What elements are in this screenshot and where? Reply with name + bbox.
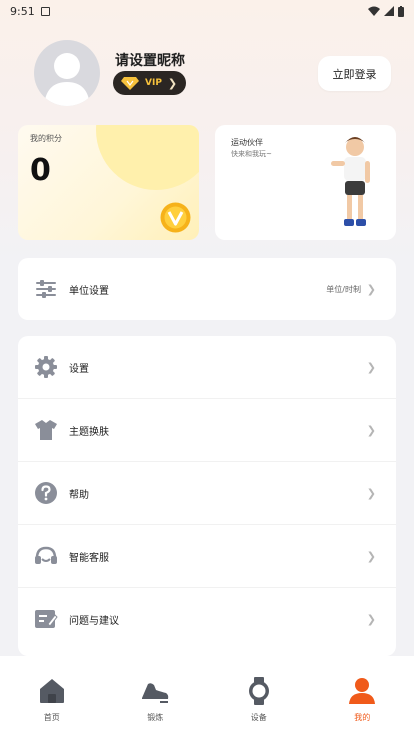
chevron-right-icon: ❯ <box>366 612 376 626</box>
sport-buddy-card[interactable]: 运动伙伴 快来和我玩~ <box>215 125 396 240</box>
tab-mine[interactable]: 我的 <box>311 656 414 736</box>
home-icon <box>39 679 64 703</box>
chevron-right-icon: ❯ <box>366 486 376 500</box>
points-value: 0 <box>30 153 51 188</box>
diamond-icon <box>121 77 139 90</box>
character-figure-icon <box>331 137 370 226</box>
status-icons <box>368 5 404 17</box>
tab-home[interactable]: 首页 <box>0 656 104 736</box>
chevron-right-icon: ❯ <box>167 76 178 90</box>
help-icon <box>35 482 57 504</box>
wifi-icon <box>368 6 380 16</box>
menu-item-help[interactable]: 帮助 ❯ <box>18 462 396 524</box>
buddy-title: 运动伙伴 <box>231 138 263 147</box>
menu-item-theme[interactable]: 主题换肤 ❯ <box>18 399 396 461</box>
feedback-icon <box>35 610 58 628</box>
vip-label: VIP <box>145 78 162 88</box>
shoe-icon <box>142 683 169 703</box>
tab-label: 我的 <box>354 713 371 722</box>
notification-icon <box>40 6 50 16</box>
battery-icon <box>398 5 404 17</box>
tab-label: 设备 <box>250 713 267 722</box>
default-avatar-icon <box>44 53 90 106</box>
chevron-right-icon: ❯ <box>366 360 376 374</box>
coin-icon <box>160 202 191 233</box>
login-button[interactable]: 立即登录 <box>318 56 391 91</box>
chevron-right-icon: ❯ <box>366 282 376 296</box>
points-label: 我的积分 <box>30 134 62 143</box>
unit-setting-value: 单位/时制 <box>326 284 361 294</box>
menu-item-label: 主题换肤 <box>69 426 109 438</box>
signal-icon <box>384 6 394 16</box>
chevron-right-icon: ❯ <box>366 549 376 563</box>
menu-item-label: 问题与建议 <box>69 615 119 627</box>
menu-item-label: 智能客服 <box>69 552 109 564</box>
tab-workout[interactable]: 锻炼 <box>104 656 208 736</box>
menu-item-feedback[interactable]: 问题与建议 ❯ <box>18 588 396 650</box>
unit-setting-card: 单位设置 单位/时制 ❯ <box>18 258 396 320</box>
person-icon <box>349 678 376 704</box>
status-time: 9:51 <box>10 4 35 18</box>
shirt-icon <box>35 420 57 440</box>
decor-circle <box>96 125 199 190</box>
watch-icon <box>248 677 269 705</box>
status-bar: 9:51 <box>0 0 414 22</box>
tab-label: 锻炼 <box>147 713 164 722</box>
nickname[interactable]: 请设置昵称 <box>115 50 185 70</box>
menu-item-settings[interactable]: 设置 ❯ <box>18 336 396 398</box>
headset-icon <box>35 546 57 564</box>
gear-icon <box>35 356 57 378</box>
menu-item-label: 设置 <box>69 363 89 375</box>
tab-device[interactable]: 设备 <box>207 656 311 736</box>
buddy-subtitle: 快来和我玩~ <box>231 150 272 158</box>
tab-label: 首页 <box>43 713 60 722</box>
menu-item-customer-service[interactable]: 智能客服 ❯ <box>18 525 396 587</box>
avatar[interactable] <box>34 40 100 106</box>
settings-menu: 设置 ❯ 主题换肤 ❯ 帮助 ❯ 智能客服 ❯ 问题与建议 ❯ <box>18 336 396 656</box>
menu-item-label: 帮助 <box>69 489 89 501</box>
sliders-icon <box>36 280 56 298</box>
unit-setting-row[interactable]: 单位设置 单位/时制 ❯ <box>18 258 396 320</box>
bottom-tab-bar: 首页 锻炼 设备 我的 <box>0 656 414 736</box>
chevron-right-icon: ❯ <box>366 423 376 437</box>
vip-badge[interactable]: VIP ❯ <box>113 71 186 95</box>
unit-setting-label: 单位设置 <box>69 285 109 297</box>
